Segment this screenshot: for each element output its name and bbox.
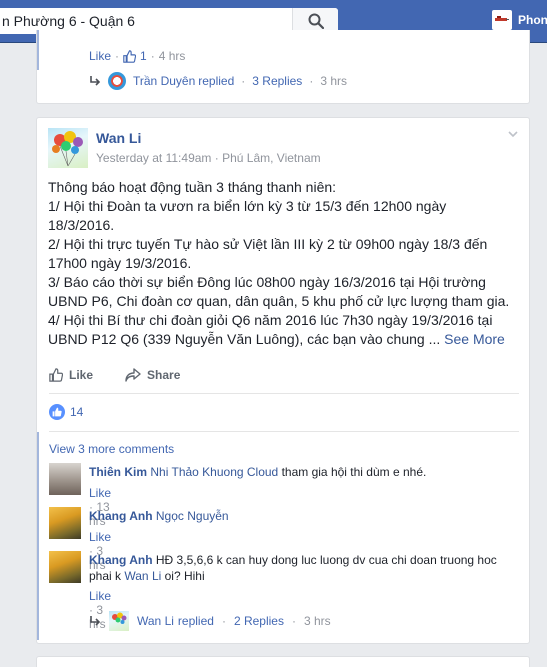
- prev-like-link[interactable]: Like: [89, 49, 111, 63]
- replies-count[interactable]: 2 Replies: [234, 614, 284, 628]
- comment-like-link[interactable]: Like: [89, 486, 111, 500]
- reply-arrow-icon: [90, 616, 101, 626]
- post-line: 4/ Hội thi Bí thư chi đoàn giỏi Q6 năm 2…: [48, 312, 493, 328]
- reply-row[interactable]: Wan Li replied · 2 Replies · 3 hrs: [89, 611, 331, 631]
- profile-avatar: [492, 10, 512, 30]
- comment-thread-bar: [37, 30, 39, 70]
- prev-comment-meta: Like · 1 · 4 hrs: [89, 49, 186, 63]
- chevron-down-icon[interactable]: [507, 128, 519, 140]
- reply-time: 3 hrs: [303, 614, 331, 628]
- post-meta: Yesterday at 11:49am · Phú Lâm, Vietnam: [96, 151, 321, 165]
- comment-text: Thiên Kim Nhi Thảo Khuong Cloud tham gia…: [89, 464, 509, 480]
- view-more-comments-link[interactable]: View 3 more comments: [49, 442, 174, 456]
- commenter-name[interactable]: Thiên Kim: [89, 465, 147, 479]
- reply-arrow-icon: [90, 76, 101, 86]
- thumbs-up-icon: [123, 49, 137, 63]
- post-line: 2/ Hội thi trực tuyến Tự hào sử Việt lần…: [48, 236, 488, 252]
- comment-like-link[interactable]: Like: [89, 589, 111, 603]
- comment-body: HĐ 3,5,6,6 k can huy dong luc luong dv c…: [155, 553, 497, 567]
- post-line: UBND P12 Q6 (339 Nguyễn Văn Luông), các …: [48, 331, 441, 347]
- prev-replied-word: replied: [198, 74, 235, 88]
- replier-avatar: [109, 611, 129, 631]
- see-more-link[interactable]: See More: [444, 331, 505, 347]
- like-label: Like: [69, 368, 94, 382]
- commenter-avatar[interactable]: [49, 551, 81, 583]
- post-text: Thông báo hoạt động tuần 3 tháng thanh n…: [48, 178, 523, 349]
- prev-reply-time: 3 hrs: [320, 74, 347, 88]
- post-line: 18/3/2016.: [48, 217, 115, 233]
- commenter-avatar[interactable]: [49, 463, 81, 495]
- commenter-avatar[interactable]: [49, 507, 81, 539]
- reply-replier-name[interactable]: Wan Li: [137, 614, 174, 628]
- previous-post-card: Like · 1 · 4 hrs Trần Duyên replied · 3 …: [36, 30, 530, 104]
- share-arrow-icon: [125, 368, 141, 382]
- reactions-summary[interactable]: 14: [49, 404, 83, 420]
- balloons-image: [52, 131, 83, 167]
- like-reaction-icon: [49, 404, 65, 420]
- comment-text: Khang Anh HĐ 3,5,6,6 k can huy dong luc …: [89, 552, 509, 584]
- post-line: 3/ Báo cáo thời sự biển Đông lúc 08h00 n…: [48, 274, 486, 290]
- next-post-card: [36, 656, 530, 667]
- divider: [49, 393, 519, 394]
- comment-body: tham gia hội thi dùm e nhé.: [281, 465, 427, 479]
- post-card: Wan Li Yesterday at 11:49am · Phú Lâm, V…: [36, 117, 530, 644]
- tagged-user[interactable]: Ngọc Nguyễn: [156, 509, 229, 523]
- author-avatar[interactable]: [48, 128, 88, 168]
- replier-avatar: [108, 72, 126, 90]
- share-button[interactable]: Share: [125, 368, 180, 382]
- prev-replies-count[interactable]: 3 Replies: [252, 74, 302, 88]
- divider: [49, 431, 519, 432]
- profile-link[interactable]: Phon: [492, 10, 547, 30]
- share-label: Share: [147, 368, 181, 382]
- post-line: 17h00 ngày 19/3/2016.: [48, 255, 192, 271]
- search-icon: [308, 13, 324, 29]
- comment-text: Khang Anh Ngọc Nguyễn: [89, 508, 509, 524]
- thumbs-up-icon: [49, 368, 63, 382]
- post-actions: Like Share: [49, 368, 180, 382]
- post-line: 1/ Hội thi Đoàn ta vươn ra biển lớn kỳ 3…: [48, 198, 447, 214]
- commenter-name[interactable]: Khang Anh: [89, 509, 153, 523]
- replied-word: replied: [177, 614, 214, 628]
- comment-body: phai k: [89, 569, 122, 583]
- prev-comment-time[interactable]: 4 hrs: [159, 49, 186, 63]
- tagged-user[interactable]: Wan Li: [124, 569, 161, 583]
- post-time[interactable]: Yesterday at 11:49am: [96, 151, 211, 165]
- post-location[interactable]: Phú Lâm, Vietnam: [222, 151, 321, 165]
- prev-reply-row[interactable]: Trần Duyên replied · 3 Replies · 3 hrs: [89, 72, 347, 90]
- like-button[interactable]: Like: [49, 368, 93, 382]
- comment-like-link[interactable]: Like: [89, 530, 111, 544]
- commenter-name[interactable]: Khang Anh: [89, 553, 153, 567]
- post-line: UBND P6, Chi đoàn cơ quan, dân quân, 5 k…: [48, 293, 510, 309]
- profile-name: Phon: [518, 13, 547, 27]
- comment-thread-bar: [37, 432, 39, 640]
- reaction-count[interactable]: 14: [70, 405, 83, 419]
- post-author[interactable]: Wan Li: [96, 130, 141, 146]
- post-line: Thông báo hoạt động tuần 3 tháng thanh n…: [48, 179, 337, 195]
- comment-body: oi? Hihi: [164, 569, 205, 583]
- tagged-user[interactable]: Nhi Thảo Khuong Cloud: [150, 465, 278, 479]
- prev-like-count[interactable]: 1: [140, 49, 147, 63]
- prev-replier-name[interactable]: Trần Duyên: [133, 74, 195, 88]
